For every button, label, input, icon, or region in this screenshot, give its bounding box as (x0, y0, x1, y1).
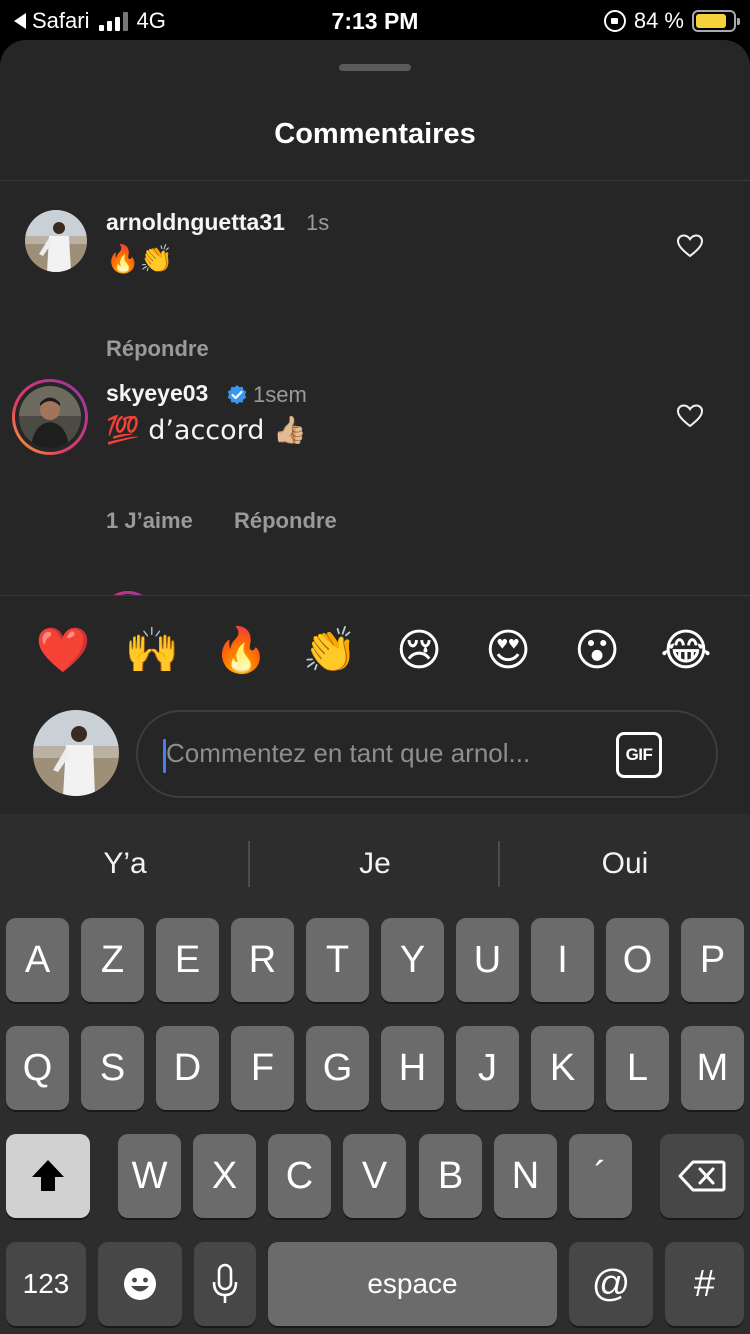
emoji-fire-button[interactable]: 🔥 (213, 623, 269, 679)
keyboard: Y’a Je Oui A Z E R T Y U I O P Q S D F G… (0, 814, 750, 1334)
key-q[interactable]: Q (6, 1026, 69, 1110)
key-g[interactable]: G (306, 1026, 369, 1110)
at-key[interactable]: @ (569, 1242, 653, 1326)
key-l[interactable]: L (606, 1026, 669, 1110)
comment-input-placeholder: Commentez en tant que arnol... (166, 738, 531, 768)
suggestion-bar: Y’a Je Oui (0, 814, 750, 914)
key-x[interactable]: X (193, 1134, 256, 1218)
battery-percent: 84 % (633, 8, 684, 33)
status-bar: Safari 4G 7:13 PM 84 % (0, 0, 750, 40)
space-key[interactable]: espace (268, 1242, 557, 1326)
key-z[interactable]: Z (81, 918, 144, 1002)
key-d[interactable]: D (156, 1026, 219, 1110)
status-right: 84 % (603, 8, 740, 34)
my-avatar (33, 710, 119, 796)
key-n[interactable]: N (494, 1134, 557, 1218)
numbers-key[interactable]: 123 (6, 1242, 86, 1326)
avatar-photo (33, 710, 119, 796)
key-k[interactable]: K (531, 1026, 594, 1110)
emoji-raising-hands-button[interactable]: 🙌 (124, 623, 180, 679)
key-u[interactable]: U (456, 918, 519, 1002)
key-i[interactable]: I (531, 918, 594, 1002)
key-t[interactable]: T (306, 918, 369, 1002)
emoji-laughing-button[interactable]: 😂 (658, 623, 714, 679)
backspace-icon (678, 1160, 726, 1192)
key-o[interactable]: O (606, 918, 669, 1002)
emoji-surprised-button[interactable]: 😮 (569, 623, 625, 679)
backspace-key[interactable] (660, 1134, 744, 1218)
key-f[interactable]: F (231, 1026, 294, 1110)
key-e[interactable]: E (156, 918, 219, 1002)
comment-reply-item: chassanx 6j (0, 181, 750, 595)
quick-emoji-bar: ❤️ 🙌 🔥 👏 😢 😍 😮 😂 (0, 595, 750, 705)
emoji-clap-button[interactable]: 👏 (302, 623, 358, 679)
comments-list[interactable]: arnoldnguetta31 1s 🔥👏 Répondre skyeye03 … (0, 181, 750, 595)
comment-composer: Commentez en tant que arnol... GIF (0, 705, 750, 814)
emoji-cry-button[interactable]: 😢 (391, 623, 447, 679)
key-v[interactable]: V (343, 1134, 406, 1218)
emoji-keyboard-key[interactable] (98, 1242, 182, 1326)
key-j[interactable]: J (456, 1026, 519, 1110)
dictation-key[interactable] (194, 1242, 256, 1326)
key-w[interactable]: W (118, 1134, 181, 1218)
key-a[interactable]: A (6, 918, 69, 1002)
key-c[interactable]: C (268, 1134, 331, 1218)
key-m[interactable]: M (681, 1026, 744, 1110)
sheet-title: Commentaires (274, 118, 476, 150)
key-acute-accent[interactable]: ´ (569, 1134, 632, 1218)
suggestion-item[interactable]: Je (250, 814, 500, 914)
suggestion-item[interactable]: Oui (500, 814, 750, 914)
emoji-heart-button[interactable]: ❤️ (35, 623, 91, 679)
rotation-lock-icon (603, 10, 626, 32)
comments-sheet: Commentaires arnoldnguetta31 1s 🔥👏 Répon… (0, 40, 750, 814)
shift-icon (32, 1160, 64, 1191)
key-r[interactable]: R (231, 918, 294, 1002)
hash-key[interactable]: # (665, 1242, 744, 1326)
key-p[interactable]: P (681, 918, 744, 1002)
key-y[interactable]: Y (381, 918, 444, 1002)
comment-input[interactable]: Commentez en tant que arnol... GIF (136, 710, 718, 798)
key-b[interactable]: B (419, 1134, 482, 1218)
key-h[interactable]: H (381, 1026, 444, 1110)
key-s[interactable]: S (81, 1026, 144, 1110)
suggestion-item[interactable]: Y’a (0, 814, 250, 914)
shift-key[interactable] (6, 1134, 90, 1218)
battery-icon (692, 10, 740, 32)
emoji-heart-eyes-button[interactable]: 😍 (480, 623, 536, 679)
emoji-face-icon (124, 1268, 156, 1300)
microphone-icon (212, 1263, 238, 1303)
gif-button[interactable]: GIF (616, 732, 662, 778)
sheet-grabber[interactable] (339, 64, 411, 71)
